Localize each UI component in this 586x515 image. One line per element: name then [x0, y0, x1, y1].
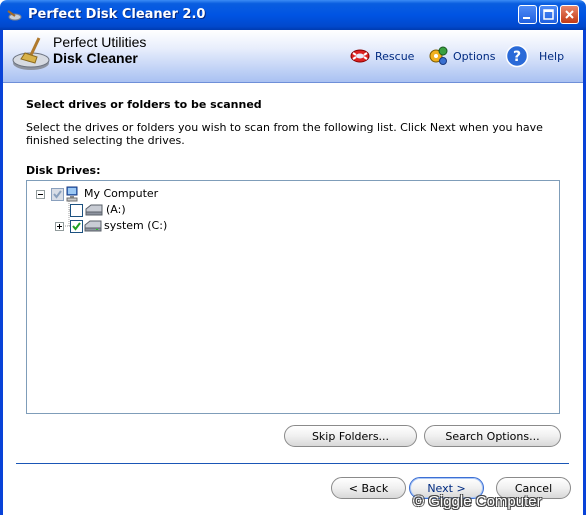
options-label: Options	[453, 49, 496, 63]
drive-c-label: system (C:)	[104, 219, 168, 232]
partial-check-icon	[53, 190, 62, 199]
collapse-icon[interactable]	[36, 190, 45, 199]
close-icon	[565, 10, 574, 19]
drive-c-checkbox[interactable]	[70, 220, 83, 233]
page-description: Select the drives or folders you wish to…	[26, 121, 543, 147]
tree-node-my-computer[interactable]: My Computer	[27, 186, 227, 202]
footer-divider	[16, 463, 569, 464]
help-label: Help	[539, 49, 565, 63]
my-computer-label: My Computer	[84, 187, 159, 200]
brand-name: Perfect Utilities	[53, 34, 147, 50]
rescue-label: Rescue	[375, 49, 415, 63]
window-frame-left	[0, 30, 3, 515]
broom-app-icon	[7, 10, 22, 21]
drive-a-checkbox[interactable]	[70, 204, 83, 217]
my-computer-checkbox[interactable]	[51, 188, 64, 201]
minimize-icon	[523, 17, 530, 19]
hard-drive-icon	[84, 220, 102, 232]
drive-tree[interactable]: My Computer (A:) system (C:)	[26, 180, 560, 414]
disk-drives-label: Disk Drives:	[26, 164, 101, 177]
drive-a-label: (A:)	[106, 203, 126, 216]
title-bar[interactable]: Perfect Disk Cleaner 2.0	[0, 0, 586, 30]
options-link[interactable]: Options	[427, 44, 495, 68]
tree-node-drive-c[interactable]: system (C:)	[27, 218, 227, 234]
computer-icon	[66, 186, 78, 202]
svg-text:?: ?	[513, 49, 521, 65]
app-header-banner: Perfect Utilities Disk Cleaner Rescue Op…	[3, 30, 583, 83]
check-icon	[72, 222, 81, 231]
help-icon: ?	[505, 44, 529, 68]
rescue-link[interactable]: Rescue	[349, 44, 414, 68]
search-options-button[interactable]: Search Options...	[424, 425, 561, 447]
page-title: Select drives or folders to be scanned	[26, 98, 262, 111]
maximize-icon	[543, 9, 554, 20]
floppy-drive-icon	[85, 204, 103, 216]
minimize-button[interactable]	[518, 5, 537, 24]
tree-node-drive-a[interactable]: (A:)	[27, 202, 227, 218]
back-button[interactable]: < Back	[331, 477, 406, 499]
window-title: Perfect Disk Cleaner 2.0	[28, 7, 206, 22]
product-name: Disk Cleaner	[53, 50, 138, 66]
gears-icon	[429, 46, 448, 65]
help-link[interactable]: ? Help	[505, 44, 564, 68]
maximize-button[interactable]	[539, 5, 558, 24]
expand-icon[interactable]	[55, 222, 64, 231]
disk-cleaner-logo-icon	[12, 37, 50, 70]
close-button[interactable]	[560, 5, 579, 24]
watermark-text: © Giggle Computer	[413, 493, 542, 510]
skip-folders-button[interactable]: Skip Folders...	[284, 425, 417, 447]
lifebuoy-icon	[350, 49, 370, 63]
